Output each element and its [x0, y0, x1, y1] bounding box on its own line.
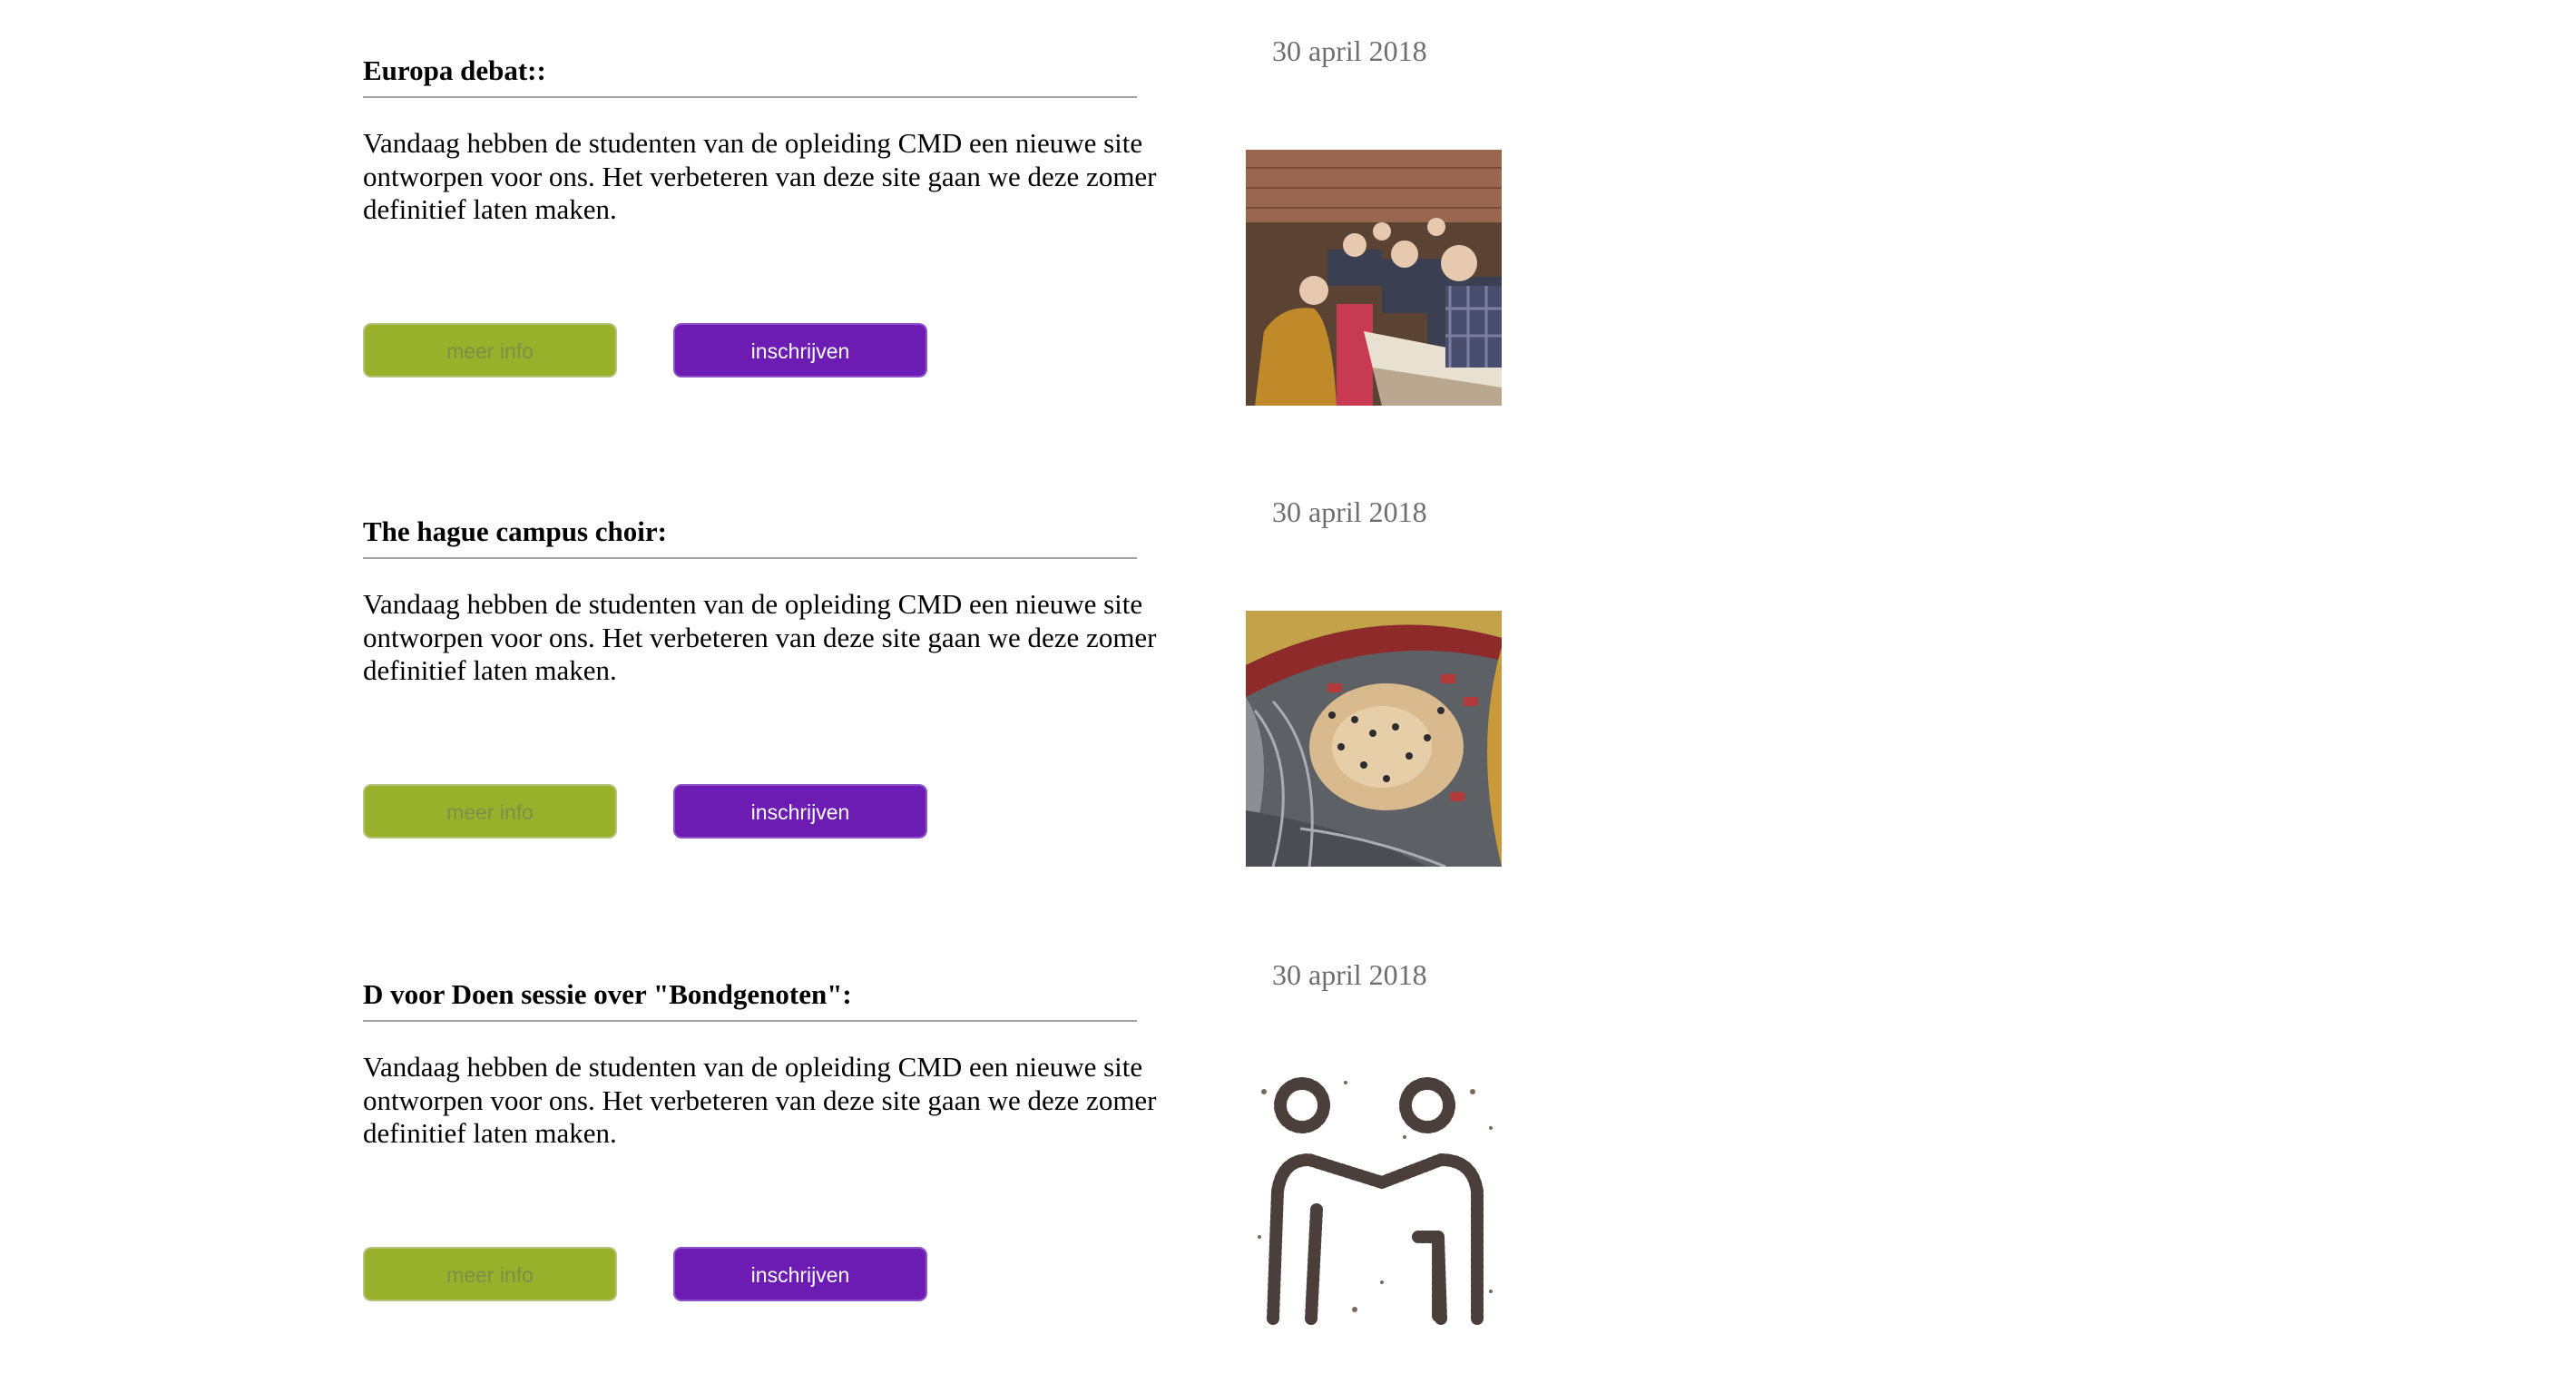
event-date: 30 april 2018	[1272, 495, 1427, 528]
more-info-button[interactable]: meer info	[363, 1247, 617, 1301]
event-description: Vandaag hebben de studenten van de oplei…	[363, 1051, 1157, 1149]
title-divider	[363, 96, 1137, 98]
event-description: Vandaag hebben de studenten van de oplei…	[363, 588, 1157, 686]
title-divider	[363, 557, 1137, 559]
event-d-voor-doen: D voor Doen sessie over "Bondgenoten": V…	[0, 924, 2576, 1378]
lecture-audience-photo	[1246, 150, 1502, 406]
event-title: D voor Doen sessie over "Bondgenoten":	[363, 978, 852, 1010]
campus-atrium-aerial-photo	[1246, 611, 1502, 867]
event-title: Europa debat::	[363, 54, 546, 86]
event-campus-choir: The hague campus choir: Vandaag hebben d…	[0, 461, 2576, 915]
signup-button[interactable]: inschrijven	[673, 784, 927, 839]
event-title: The hague campus choir:	[363, 515, 667, 547]
signup-button[interactable]: inschrijven	[673, 1247, 927, 1301]
more-info-button[interactable]: meer info	[363, 784, 617, 839]
event-europa-debat: Europa debat:: Vandaag hebben de student…	[0, 0, 2576, 454]
event-date: 30 april 2018	[1272, 958, 1427, 991]
title-divider	[363, 1020, 1137, 1022]
more-info-button[interactable]: meer info	[363, 323, 617, 378]
crowd-handshake-figures-photo	[1246, 1074, 1502, 1329]
event-description: Vandaag hebben de studenten van de oplei…	[363, 127, 1157, 225]
signup-button[interactable]: inschrijven	[673, 323, 927, 378]
event-date: 30 april 2018	[1272, 34, 1427, 67]
